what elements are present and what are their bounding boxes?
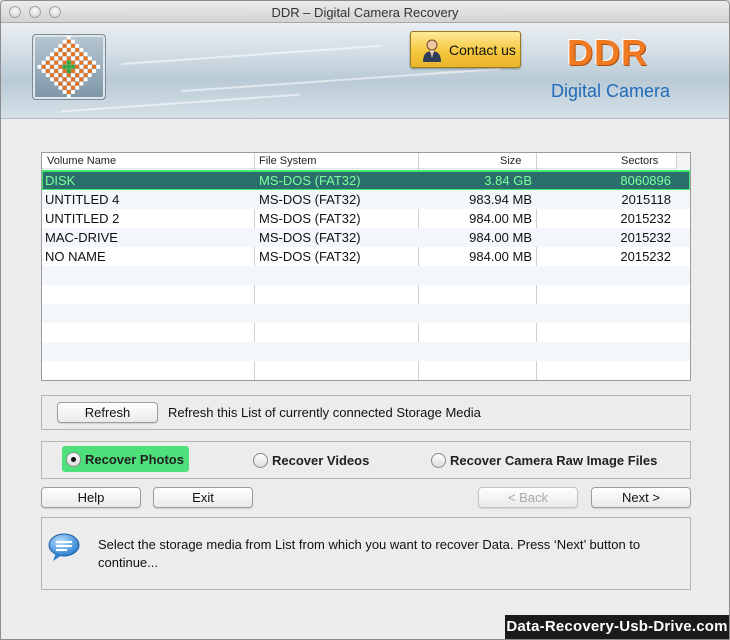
refresh-description: Refresh this List of currently connected…: [168, 405, 481, 420]
cell-sectors: 2015118: [621, 192, 671, 207]
watermark-text: Data-Recovery-Usb-Drive.com: [505, 615, 729, 639]
app-window: DDR – Digital Camera Recovery Contact us…: [0, 0, 730, 640]
column-header-size[interactable]: Size: [500, 155, 521, 167]
refresh-button[interactable]: Refresh: [57, 402, 158, 423]
empty-row: [42, 285, 690, 304]
empty-row: [42, 304, 690, 323]
window-title: DDR – Digital Camera Recovery: [271, 5, 459, 20]
refresh-panel: Refresh Refresh this List of currently c…: [41, 395, 691, 430]
title-bar: DDR – Digital Camera Recovery: [1, 1, 729, 23]
product-name: Digital Camera: [551, 81, 671, 101]
header-banner: Contact us DDR Digital Camera: [1, 24, 729, 119]
exit-button[interactable]: Exit: [153, 487, 253, 508]
cell-sectors: 8060896: [620, 173, 671, 188]
app-logo: [32, 34, 106, 100]
empty-row: [42, 342, 690, 361]
recover-photos-label: Recover Photos: [85, 451, 184, 467]
cell-sectors: 2015232: [620, 249, 671, 264]
cell-file-system: MS-DOS (FAT32): [259, 249, 361, 264]
cell-volume-name: MAC-DRIVE: [45, 230, 118, 245]
back-button[interactable]: < Back: [478, 487, 578, 508]
table-row[interactable]: DISK MS-DOS (FAT32) 3.84 GB 8060896: [42, 170, 690, 191]
radio-indicator: [431, 453, 446, 468]
recover-raw-label: Recover Camera Raw Image Files: [450, 453, 658, 468]
person-icon: [423, 39, 441, 62]
recover-photos-radio[interactable]: Recover Photos: [62, 446, 189, 472]
table-row[interactable]: UNTITLED 2 MS-DOS (FAT32) 984.00 MB 2015232: [42, 209, 690, 228]
speech-bubble-icon: [48, 533, 80, 561]
table-row[interactable]: MAC-DRIVE MS-DOS (FAT32) 984.00 MB 2015232: [42, 228, 690, 247]
empty-row: [42, 361, 690, 380]
radio-indicator: [253, 453, 268, 468]
storage-media-list[interactable]: Volume Name File System Size Sectors DIS…: [41, 152, 691, 381]
column-header-sectors[interactable]: Sectors: [621, 155, 658, 167]
cell-sectors: 2015232: [620, 211, 671, 226]
recover-videos-radio[interactable]: Recover Videos: [253, 453, 369, 468]
cell-size: 984.00 MB: [469, 249, 532, 264]
cell-volume-name: DISK: [45, 173, 76, 188]
recover-options-panel: Recover Photos Recover Videos Recover Ca…: [41, 441, 691, 479]
column-header-volume-name[interactable]: Volume Name: [47, 155, 116, 167]
brand-logo-text: DDR: [567, 32, 648, 73]
cell-size: 984.00 MB: [469, 230, 532, 245]
logo-icon: [37, 35, 101, 99]
cell-file-system: MS-DOS (FAT32): [259, 230, 361, 245]
cell-size: 983.94 MB: [469, 192, 532, 207]
column-header-file-system[interactable]: File System: [259, 155, 316, 167]
list-scroll-corner: [676, 153, 690, 169]
cell-file-system: MS-DOS (FAT32): [259, 192, 361, 207]
cell-size: 3.84 GB: [484, 173, 532, 188]
contact-us-label: Contact us: [449, 41, 516, 58]
radio-selected-indicator: [66, 451, 81, 467]
help-button[interactable]: Help: [41, 487, 141, 508]
empty-row: [42, 323, 690, 342]
info-message: Select the storage media from List from …: [98, 537, 641, 570]
cell-size: 984.00 MB: [469, 211, 532, 226]
cell-file-system: MS-DOS (FAT32): [259, 173, 361, 188]
recover-videos-label: Recover Videos: [272, 453, 370, 468]
recover-raw-radio[interactable]: Recover Camera Raw Image Files: [431, 453, 657, 468]
contact-us-button[interactable]: Contact us: [410, 31, 521, 68]
table-row[interactable]: NO NAME MS-DOS (FAT32) 984.00 MB 2015232: [42, 247, 690, 266]
table-row[interactable]: UNTITLED 4 MS-DOS (FAT32) 983.94 MB 2015118: [42, 190, 690, 209]
next-button[interactable]: Next >: [591, 487, 691, 508]
cell-sectors: 2015232: [620, 230, 671, 245]
empty-row: [42, 266, 690, 285]
cell-volume-name: UNTITLED 4: [45, 192, 120, 207]
cell-volume-name: NO NAME: [45, 249, 106, 264]
list-header: Volume Name File System Size Sectors: [42, 153, 690, 169]
cell-volume-name: UNTITLED 2: [45, 211, 120, 226]
cell-file-system: MS-DOS (FAT32): [259, 211, 361, 226]
